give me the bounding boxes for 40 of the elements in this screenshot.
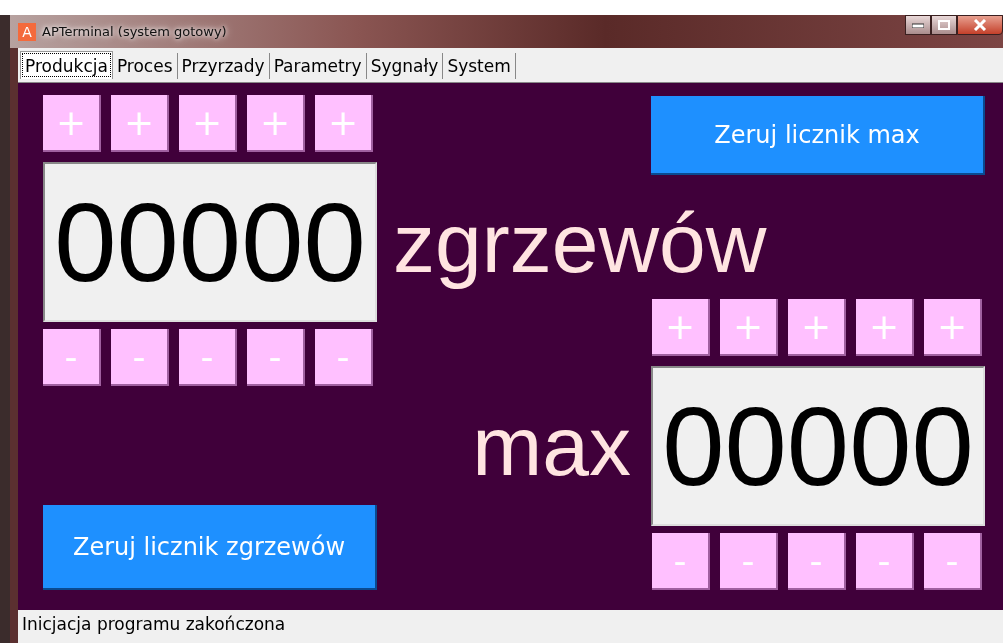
increment-button[interactable]: + [179, 95, 237, 152]
close-icon [973, 19, 987, 31]
decrement-button[interactable]: - [247, 329, 305, 386]
increment-button[interactable]: + [315, 95, 373, 152]
decrement-button[interactable]: - [652, 533, 710, 590]
status-text: Inicjacja programu zakończona [21, 613, 287, 636]
tab[interactable]: Produkcja [20, 51, 113, 79]
max-label: max [472, 404, 631, 488]
tab[interactable]: Parametry [269, 53, 367, 79]
tab[interactable]: Sygnały [366, 53, 444, 79]
decrement-button[interactable]: - [179, 329, 237, 386]
increment-button[interactable]: + [652, 299, 710, 356]
reset-max-button[interactable]: Zeruj licznik max [651, 96, 985, 175]
decrement-button[interactable]: - [720, 533, 778, 590]
decrement-button[interactable]: - [788, 533, 846, 590]
decrement-button[interactable]: - [111, 329, 169, 386]
increment-button[interactable]: + [720, 299, 778, 356]
close-button[interactable] [957, 15, 1003, 35]
decrement-button[interactable]: - [924, 533, 982, 590]
increment-button[interactable]: + [247, 95, 305, 152]
increment-button[interactable]: + [856, 299, 914, 356]
decrement-button[interactable]: - [43, 329, 101, 386]
window-title: APTerminal (system gotowy) [42, 22, 227, 41]
increment-button[interactable]: + [788, 299, 846, 356]
counter-display: 00000 [43, 162, 377, 322]
minimize-icon [912, 22, 924, 28]
tab[interactable]: System [443, 53, 516, 79]
decrement-button[interactable]: - [856, 533, 914, 590]
reset-counter-button[interactable]: Zeruj licznik zgrzewów [43, 505, 377, 590]
max-counter-display: 00000 [651, 366, 985, 526]
increment-button[interactable]: + [111, 95, 169, 152]
minimize-button[interactable] [905, 15, 931, 35]
maximize-icon [938, 20, 950, 30]
maximize-button[interactable] [931, 15, 957, 35]
tab[interactable]: Przyrzady [177, 53, 270, 79]
tab[interactable]: Proces [112, 53, 178, 79]
app-icon: A [18, 22, 36, 41]
increment-button[interactable]: + [924, 299, 982, 356]
decrement-button[interactable]: - [315, 329, 373, 386]
increment-button[interactable]: + [43, 95, 101, 152]
